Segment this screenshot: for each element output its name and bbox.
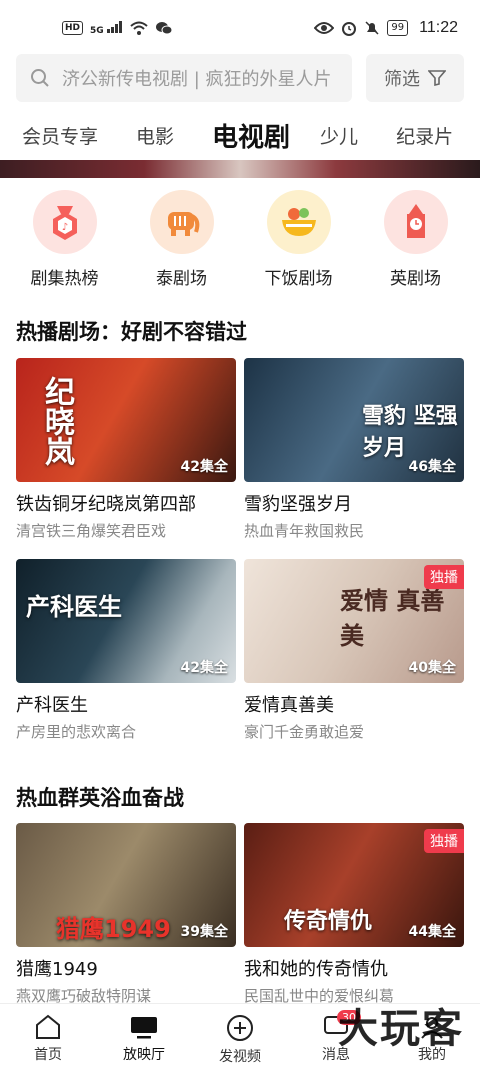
nav-label: 放映厅 [123, 1047, 165, 1063]
eye-icon [314, 22, 335, 34]
category-tabs: 会员专享 电影 电视剧 少儿 纪录片 动 [0, 110, 480, 160]
category-label: 英剧场 [390, 269, 441, 289]
category-thai[interactable]: 泰剧场 [132, 190, 232, 290]
add-video-icon [227, 1015, 253, 1041]
poster-image: 产科医生 42集全 [16, 559, 236, 683]
big-ben-icon [383, 190, 448, 254]
section-grid: 猎鹰1949 39集全 猎鹰1949 燕双鹰巧破敌特阴谋 传奇情仇 独播 44集… [16, 823, 464, 1006]
tab-kids[interactable]: 少儿 [320, 122, 358, 149]
episode-count: 46集全 [408, 459, 456, 475]
status-bar: HD 5G 99 11:22 [0, 0, 480, 56]
clock: 11:22 [419, 19, 458, 36]
category-british[interactable]: 英剧场 [366, 190, 466, 290]
nav-upload[interactable]: 发视频 [195, 1014, 285, 1066]
tab-movie[interactable]: 电影 [136, 122, 174, 149]
wifi-icon [130, 21, 148, 35]
poster-title: 产科医生 [26, 593, 122, 621]
signal-icon: 5G [90, 20, 123, 36]
poster-image: 猎鹰1949 39集全 [16, 823, 236, 947]
episode-count: 42集全 [180, 459, 228, 475]
category-label: 泰剧场 [156, 269, 207, 289]
alarm-icon [342, 22, 357, 36]
episode-count: 42集全 [180, 660, 228, 676]
wechat-icon [155, 22, 173, 35]
poster-image: 爱情 真善美 独播 40集全 [244, 559, 464, 683]
poster-image: 纪晓岚 42集全 [16, 358, 236, 482]
show-title: 爱情真善美 [244, 695, 334, 716]
filter-button[interactable]: 筛选 [366, 54, 464, 102]
home-icon [36, 1014, 60, 1039]
episode-count: 39集全 [180, 924, 228, 940]
mute-icon [365, 21, 379, 35]
show-title: 铁齿铜牙纪晓岚第四部 [16, 494, 196, 515]
poster-image: 传奇情仇 独播 44集全 [244, 823, 464, 947]
watermark-logo: 大玩客 [338, 1006, 464, 1052]
hd-badge: HD [62, 21, 84, 35]
search-placeholder: 济公新传电视剧 | 疯狂的外星人片 [62, 69, 332, 90]
tab-documentary[interactable]: 纪录片 [396, 122, 453, 149]
show-card[interactable]: 雪豹 坚强岁月 46集全 雪豹坚强岁月 热血青年救国救民 [244, 358, 464, 541]
nav-label: 首页 [34, 1047, 62, 1063]
poster-title: 纪晓岚 [39, 376, 74, 466]
episode-count: 40集全 [408, 660, 456, 676]
filter-icon [428, 70, 446, 86]
tv-icon [131, 1017, 157, 1039]
episode-count: 44集全 [408, 924, 456, 940]
poster-title: 传奇情仇 [284, 909, 373, 934]
battery-level: 99 [391, 22, 405, 33]
signal-label: 5G [90, 25, 104, 36]
nav-theater[interactable]: 放映厅 [99, 1014, 189, 1064]
show-card[interactable]: 纪晓岚 42集全 铁齿铜牙纪晓岚第四部 清宫铁三角爆笑君臣戏 [16, 358, 236, 541]
tab-tv-series[interactable]: 电视剧 [212, 117, 290, 154]
search-input[interactable]: 济公新传电视剧 | 疯狂的外星人片 [16, 54, 352, 102]
food-bowl-icon [266, 190, 331, 254]
category-label: 剧集热榜 [30, 269, 99, 289]
show-card[interactable]: 猎鹰1949 39集全 猎鹰1949 燕双鹰巧破敌特阴谋 [16, 823, 236, 1006]
show-subtitle: 豪门千金勇敢追爱 [244, 723, 365, 741]
section-title: 热血群英浴血奋战 [16, 786, 184, 810]
filter-label: 筛选 [384, 69, 420, 90]
poster-image: 雪豹 坚强岁月 46集全 [244, 358, 464, 482]
elephant-icon [149, 190, 214, 254]
show-card[interactable]: 传奇情仇 独播 44集全 我和她的传奇情仇 民国乱世中的爱恨纠葛 [244, 823, 464, 1006]
section-title: 热播剧场：好剧不容错过 [16, 320, 247, 344]
show-title: 雪豹坚强岁月 [244, 494, 352, 515]
banner-image[interactable] [0, 160, 480, 178]
exclusive-badge: 独播 [424, 565, 464, 589]
ranking-medal-icon: ♪ [32, 190, 97, 254]
show-card[interactable]: 产科医生 42集全 产科医生 产房里的悲欢离合 [16, 559, 236, 742]
show-subtitle: 热血青年救国救民 [244, 522, 365, 540]
show-title: 猎鹰1949 [16, 959, 98, 980]
show-card[interactable]: 爱情 真善美 独播 40集全 爱情真善美 豪门千金勇敢追爱 [244, 559, 464, 742]
svg-text:♪: ♪ [61, 222, 67, 233]
category-shortcuts: ♪ 剧集热榜 泰剧场 下饭剧场 英剧场 [0, 190, 480, 290]
category-food[interactable]: 下饭剧场 [249, 190, 349, 290]
exclusive-badge: 独播 [424, 829, 464, 853]
section-grid: 纪晓岚 42集全 铁齿铜牙纪晓岚第四部 清宫铁三角爆笑君臣戏 雪豹 坚强岁月 4… [16, 358, 464, 742]
category-label: 下饭剧场 [264, 269, 333, 289]
poster-title: 雪豹 坚强岁月 [362, 404, 458, 461]
poster-title: 猎鹰1949 [56, 915, 171, 943]
poster-title: 爱情 真善美 [340, 587, 445, 650]
show-subtitle: 产房里的悲欢离合 [16, 723, 137, 741]
battery-icon: 99 [387, 20, 409, 36]
search-row: 济公新传电视剧 | 疯狂的外星人片 筛选 [16, 54, 464, 102]
category-ranking[interactable]: ♪ 剧集热榜 [15, 190, 115, 290]
show-subtitle: 清宫铁三角爆笑君臣戏 [16, 522, 167, 540]
tab-vip[interactable]: 会员专享 [22, 122, 98, 149]
nav-home[interactable]: 首页 [3, 1014, 93, 1064]
show-title: 产科医生 [16, 695, 88, 716]
search-icon [31, 69, 49, 87]
show-title: 我和她的传奇情仇 [244, 959, 388, 980]
nav-label: 发视频 [219, 1049, 261, 1065]
